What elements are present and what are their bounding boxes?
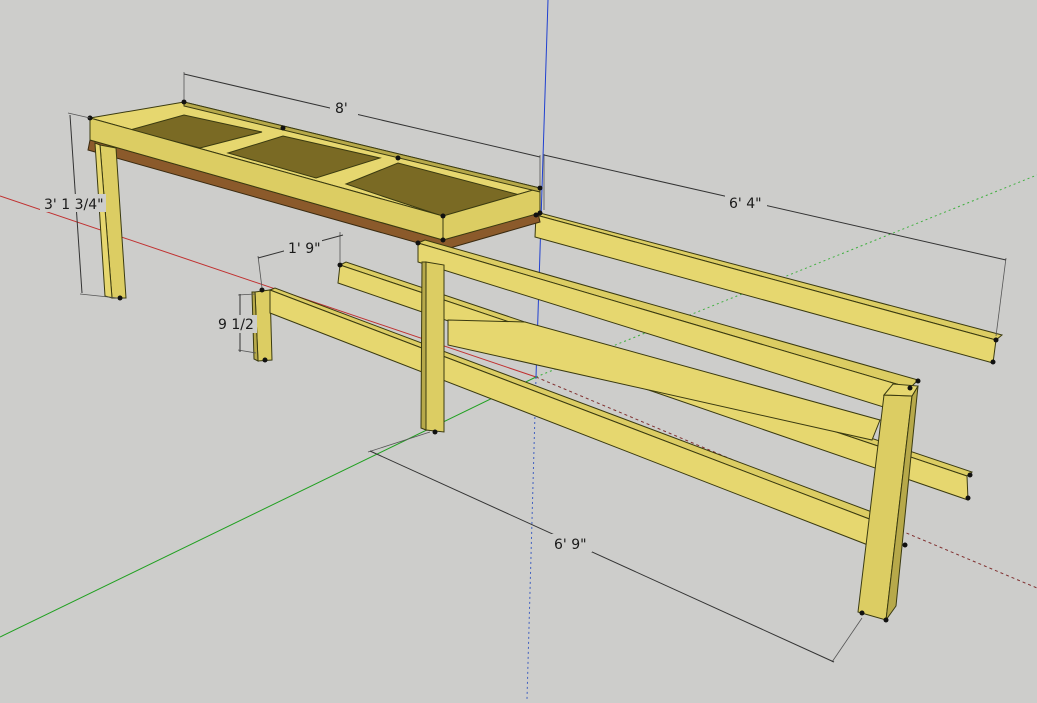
dim-label-base-length: 6' 9" (554, 537, 587, 553)
blue-axis-hidden (526, 376, 537, 700)
model-canvas[interactable]: 8' 3' 1 3/4" 1' 9" 9 1/2 6' 4" 6' 9" (0, 0, 1037, 700)
dim-rail-spacing[interactable]: 1' 9" (257, 232, 344, 289)
middle-post[interactable] (420, 261, 445, 433)
green-axis (0, 376, 537, 638)
dim-label-rail-height: 9 1/2 (218, 317, 254, 333)
dim-base-length[interactable]: 6' 9" (367, 431, 863, 663)
dim-label-top-length: 8' (335, 101, 348, 117)
sketchup-viewport[interactable]: 8' 3' 1 3/4" 1' 9" 9 1/2 6' 4" 6' 9" (0, 0, 1037, 700)
left-front-leg[interactable] (94, 142, 127, 299)
dim-rail-height[interactable]: 9 1/2 (215, 293, 257, 354)
dim-label-rail-spacing: 1' 9" (288, 241, 321, 257)
dim-label-bench-height: 3' 1 3/4" (44, 197, 104, 213)
dim-label-rail-length: 6' 4" (729, 196, 762, 212)
bench-top[interactable] (87, 101, 542, 251)
